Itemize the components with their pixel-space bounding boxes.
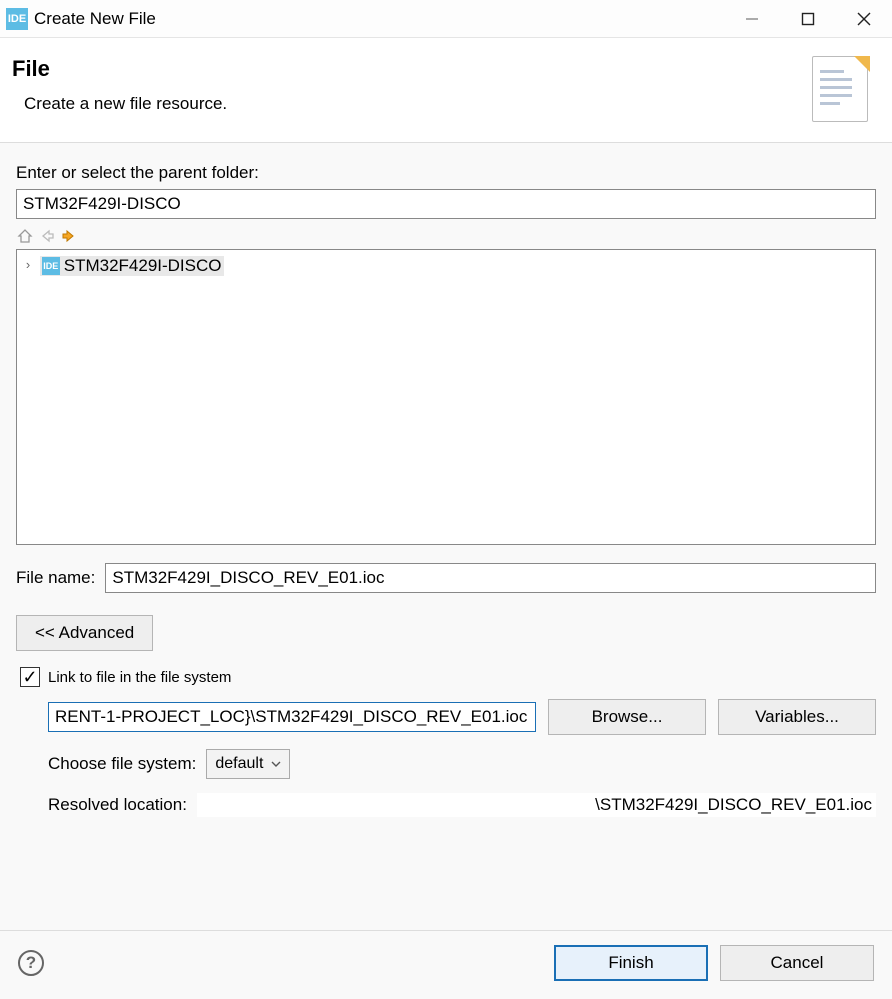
home-icon[interactable] [16,227,34,245]
dialog-header: File Create a new file resource. [0,38,892,143]
header-title: File [12,56,806,82]
close-button[interactable] [836,0,892,38]
maximize-button[interactable] [780,0,836,38]
resolved-location-label: Resolved location: [48,795,187,815]
minimize-button[interactable] [724,0,780,38]
cancel-button[interactable]: Cancel [720,945,874,981]
parent-folder-label: Enter or select the parent folder: [16,163,876,183]
file-icon [806,56,872,122]
back-icon[interactable] [38,227,56,245]
advanced-toggle-button[interactable]: << Advanced [16,615,153,651]
header-subtitle: Create a new file resource. [24,94,806,114]
tree-item-label: STM32F429I-DISCO [64,256,222,276]
variables-button[interactable]: Variables... [718,699,876,735]
filename-label: File name: [16,568,95,588]
titlebar: IDE Create New File [0,0,892,38]
forward-icon[interactable] [60,227,78,245]
project-icon: IDE [42,257,60,275]
tree-toolbar [16,225,876,247]
link-path-input[interactable] [48,702,536,732]
resolved-location-value: \STM32F429I_DISCO_REV_E01.ioc [197,793,876,817]
filename-input[interactable] [105,563,876,593]
filesystem-select[interactable]: default [206,749,290,779]
dialog-footer: ? Finish Cancel [0,930,892,999]
parent-folder-input[interactable] [16,189,876,219]
window-title: Create New File [34,9,156,29]
tree-expand-icon[interactable]: › [21,257,35,272]
finish-button[interactable]: Finish [554,945,708,981]
dialog-body: Enter or select the parent folder: › IDE… [0,143,892,930]
app-icon: IDE [6,8,28,30]
link-checkbox[interactable]: ✓ [20,667,40,687]
browse-button[interactable]: Browse... [548,699,706,735]
tree-item[interactable]: IDE STM32F429I-DISCO [40,256,224,276]
filesystem-value: default [215,755,263,773]
folder-tree[interactable]: › IDE STM32F429I-DISCO [16,249,876,545]
help-icon[interactable]: ? [18,950,44,976]
chevron-down-icon [271,760,281,768]
filesystem-label: Choose file system: [48,754,196,774]
link-checkbox-label: Link to file in the file system [48,669,231,686]
